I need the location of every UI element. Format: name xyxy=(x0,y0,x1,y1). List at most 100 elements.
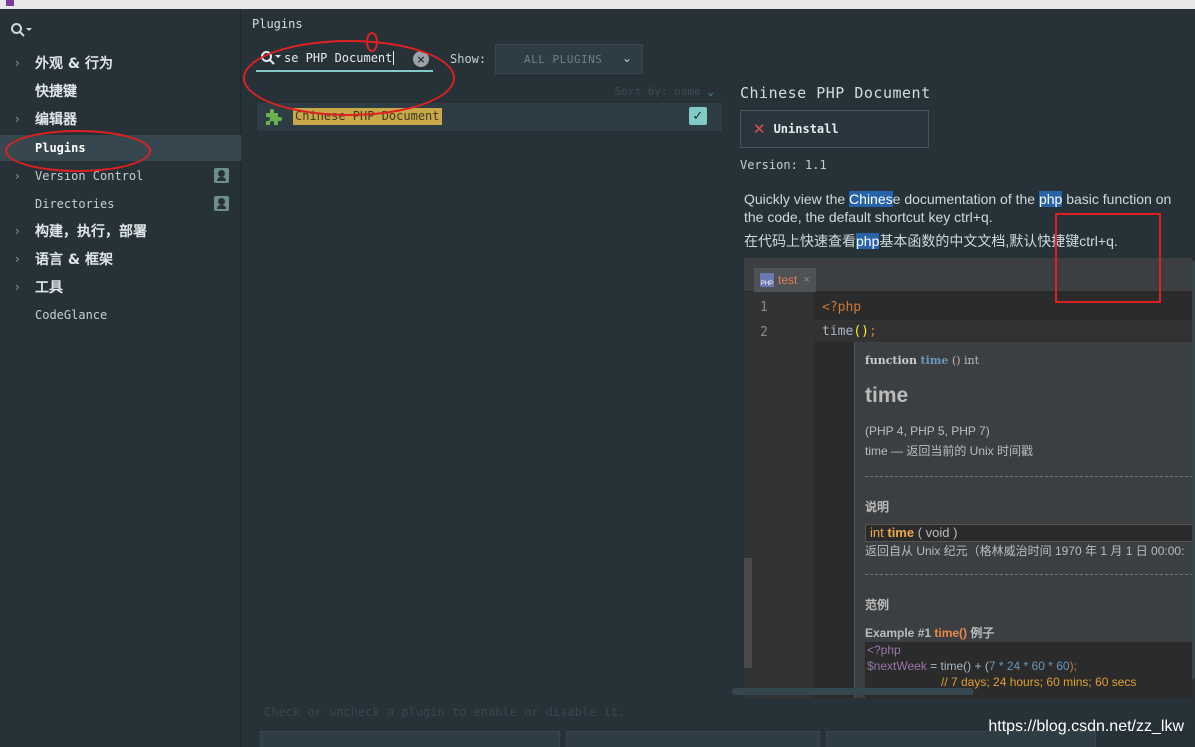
page-title: Plugins xyxy=(252,17,303,31)
annotation-ellipse xyxy=(5,130,151,172)
php-file-icon: PHP xyxy=(760,273,774,287)
doc-synopsis: int time ( void ) xyxy=(865,524,1192,542)
code-line: $nextWeek = time() + (7 * 24 * 60 * 60); xyxy=(867,658,1192,674)
quick-doc-popup: function time () int time (PHP 4, PHP 5,… xyxy=(854,342,1192,698)
window-top-strip xyxy=(0,0,1195,9)
desc-text: Quickly view the xyxy=(744,191,850,207)
sort-by-label: Sort by: name xyxy=(614,85,701,98)
sidebar-item-build[interactable]: › 构建，执行，部署 xyxy=(0,218,241,244)
code-token: ); xyxy=(1069,659,1077,673)
project-scope-icon xyxy=(214,196,229,211)
plugin-enabled-checkbox[interactable]: ✓ xyxy=(689,107,707,125)
doc-syn-rest: ( void ) xyxy=(917,525,958,540)
code-token: time xyxy=(822,324,854,339)
annotation-ellipse xyxy=(243,40,455,116)
uninstall-label: Uninstall xyxy=(773,122,839,136)
code-token: $nextWeek xyxy=(867,659,927,673)
doc-summary: time — 返回当前的 Unix 时间戳 xyxy=(865,444,1034,458)
desc-text: e documentation of the xyxy=(892,191,1039,207)
doc-title: time xyxy=(865,384,909,407)
code-token: = xyxy=(926,659,941,673)
project-scope-icon xyxy=(214,168,229,183)
annotation-rect xyxy=(1055,213,1161,303)
sidebar-search[interactable] xyxy=(10,21,34,39)
chevron-right-icon: › xyxy=(15,280,20,294)
chevron-right-icon: › xyxy=(15,112,20,126)
line-number: 1 xyxy=(760,300,768,315)
chevron-right-icon: › xyxy=(15,169,20,183)
chevron-down-icon: ⌄ xyxy=(621,51,632,65)
code-token: () xyxy=(853,324,869,339)
search-highlight: php xyxy=(1038,191,1063,207)
annotation-mark xyxy=(366,32,378,52)
scroll-indicator xyxy=(744,558,752,668)
divider xyxy=(865,574,1192,575)
desc-text: 在代码上快速查看 xyxy=(744,233,856,249)
show-filter-value: ALL PLUGINS xyxy=(524,52,603,66)
doc-section-title: 范例 xyxy=(865,598,890,612)
close-icon: × xyxy=(803,274,810,286)
editor-tab: PHP test × xyxy=(754,268,816,292)
sidebar-item-label: 编辑器 xyxy=(35,112,77,128)
line-number-gutter xyxy=(744,292,814,698)
sidebar-item-directories[interactable]: Directories xyxy=(0,191,241,217)
doc-example-title: Example #1 time() 例子 xyxy=(865,624,994,641)
plugin-version: Version: 1.1 xyxy=(740,158,827,172)
doc-syn-type: int xyxy=(870,525,884,540)
search-icon xyxy=(11,23,32,37)
sidebar-item-label: 外观 & 行为 xyxy=(35,56,113,72)
doc-example-label: Example #1 xyxy=(865,626,935,640)
sidebar-item-languages[interactable]: › 语言 & 框架 xyxy=(0,246,241,272)
code-token: time() + ( xyxy=(940,659,989,673)
sidebar-item-tools[interactable]: › 工具 xyxy=(0,274,241,300)
show-filter-dropdown[interactable]: ALL PLUGINS ⌄ xyxy=(495,44,643,74)
sort-by-control[interactable]: Sort by: name ⌄ xyxy=(615,85,714,98)
sidebar-item-appearance[interactable]: › 外观 & 行为 xyxy=(0,50,241,76)
code-line: <?php xyxy=(867,643,901,657)
doc-returns: 返回自从 Unix 纪元（格林威治时间 1970 年 1 月 1 日 00:00… xyxy=(865,544,1185,558)
settings-sidebar: › 外观 & 行为 快捷键 › 编辑器 Plugins › Version Co… xyxy=(0,9,241,747)
sidebar-item-label: Directories xyxy=(35,197,115,211)
chevron-right-icon: › xyxy=(15,56,20,70)
code-line: <?php xyxy=(822,300,862,315)
search-highlight: Chines xyxy=(849,191,893,207)
sidebar-item-editor[interactable]: › 编辑器 xyxy=(0,106,241,132)
sidebar-item-label: 构建，执行，部署 xyxy=(35,224,147,240)
doc-sig-name: time xyxy=(920,354,949,367)
search-highlight: php xyxy=(856,233,880,249)
sidebar-item-label: 语言 & 框架 xyxy=(35,252,113,268)
description-screenshot: PHP test × 1 2 <?php time(); function ti… xyxy=(744,258,1192,698)
chevron-down-icon: ⌄ xyxy=(707,85,714,98)
show-label: Show: xyxy=(450,52,487,66)
divider xyxy=(865,476,1192,477)
doc-versions: (PHP 4, PHP 5, PHP 7) xyxy=(865,424,990,438)
sidebar-item-label: CodeGlance xyxy=(35,308,108,322)
line-number: 2 xyxy=(760,325,768,340)
doc-sig-rest: () int xyxy=(951,354,980,367)
sidebar-item-codeglance[interactable]: CodeGlance xyxy=(0,302,241,328)
doc-section-title: 说明 xyxy=(865,500,890,514)
doc-sig-keyword: function xyxy=(865,354,918,367)
plugin-list: Sort by: name ⌄ Chinese PHP Document ✓ xyxy=(256,80,723,697)
browse-repositories-button[interactable] xyxy=(566,731,820,747)
sidebar-item-label: 快捷键 xyxy=(35,84,77,100)
code-line: time(); xyxy=(822,324,877,339)
footer-hint: Check or uncheck a plugin to enable or d… xyxy=(264,705,626,719)
chevron-right-icon: › xyxy=(15,252,20,266)
code-token: ; xyxy=(868,324,877,339)
editor-tab-label: test xyxy=(778,273,798,287)
chevron-right-icon: › xyxy=(15,224,20,238)
plugin-puzzle-icon xyxy=(266,109,282,125)
horizontal-scrollbar[interactable] xyxy=(732,688,974,695)
doc-syn-name: time xyxy=(887,525,915,540)
plugin-detail-title: Chinese PHP Document xyxy=(740,84,931,102)
watermark: https://blog.csdn.net/zz_lkw xyxy=(988,718,1184,735)
doc-example-suffix: 例子 xyxy=(967,626,995,640)
sidebar-item-label: 工具 xyxy=(35,280,63,296)
code-token: 7 * 24 * 60 * 60 xyxy=(988,659,1070,673)
install-jetbrains-plugin-button[interactable] xyxy=(260,731,560,747)
sidebar-item-keymap[interactable]: 快捷键 xyxy=(0,78,241,104)
doc-example-fn: time() xyxy=(934,626,968,640)
app-logo-icon xyxy=(6,0,14,6)
uninstall-button[interactable]: ✕ Uninstall xyxy=(740,110,929,148)
